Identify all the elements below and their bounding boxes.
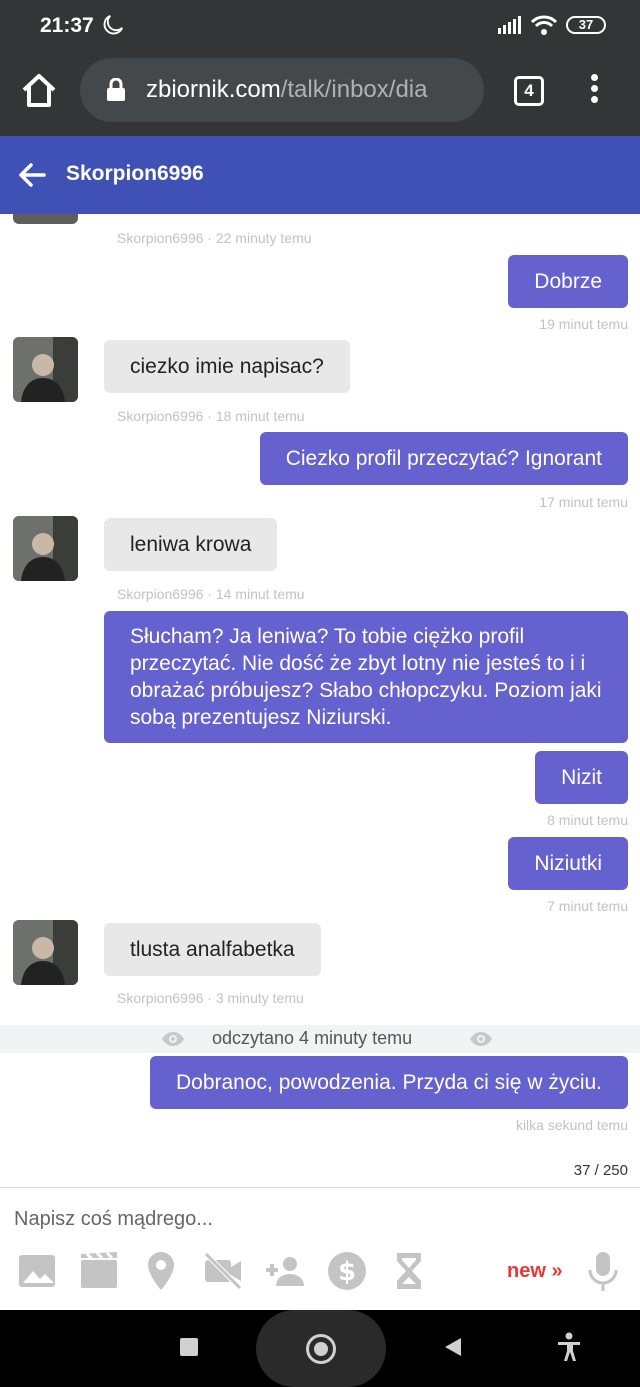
avatar[interactable]	[13, 337, 78, 402]
svg-text:$: $	[338, 1257, 356, 1287]
home-button[interactable]	[256, 1310, 386, 1387]
message-meta: 17 minut temu	[539, 494, 628, 510]
battery-indicator: 37	[566, 16, 606, 34]
character-counter: 37 / 250	[573, 1162, 628, 1179]
url-path: /talk/inbox/dia	[280, 76, 428, 103]
back-triangle-icon[interactable]	[443, 1336, 463, 1358]
new-features-link[interactable]: new »	[507, 1260, 563, 1283]
message-bubble-outgoing: Nizit	[535, 751, 628, 804]
message-meta: Skorpion6996 · 3 minuty temu	[117, 990, 304, 1006]
status-time: 21:37	[40, 14, 94, 37]
home-circle-icon	[306, 1334, 336, 1364]
message-meta: Skorpion6996 · 22 minuty temu	[117, 230, 312, 246]
composer-toolbar: $ new »	[0, 1250, 640, 1298]
hourglass-icon[interactable]	[388, 1250, 430, 1292]
url-bar[interactable]: zbiornik.com/talk/inbox/dia	[80, 58, 484, 122]
message-bubble-outgoing: Dobranoc, powodzenia. Przyda ci się w ży…	[149, 1056, 628, 1109]
home-icon[interactable]	[20, 72, 58, 108]
image-icon[interactable]	[16, 1250, 58, 1292]
recent-apps-button[interactable]	[180, 1338, 198, 1356]
microphone-icon[interactable]	[582, 1250, 624, 1292]
location-icon[interactable]	[140, 1250, 182, 1292]
message-meta: 8 minut temu	[547, 812, 628, 828]
lock-icon	[107, 78, 125, 101]
eye-icon	[162, 1032, 184, 1046]
message-bubble-outgoing: Niziutki	[508, 837, 628, 890]
message-meta: kilka sekund temu	[515, 1117, 628, 1133]
conversation-header: Skorpion6996	[0, 136, 640, 214]
tabs-count-button[interactable]: 4	[514, 76, 544, 106]
message-bubble-outgoing: Dobrze	[508, 255, 628, 308]
message-input[interactable]: Napisz coś mądrego...	[14, 1208, 213, 1231]
url-text: zbiornik.com/talk/inbox/dia	[146, 76, 427, 104]
system-navigation-bar	[0, 1310, 640, 1387]
message-bubble-incoming: tlusta analfabetka	[104, 923, 321, 976]
do-not-disturb-moon-icon	[103, 14, 124, 35]
eye-icon	[470, 1032, 492, 1046]
video-off-icon[interactable]	[202, 1250, 244, 1292]
avatar[interactable]	[13, 516, 78, 581]
wifi-icon	[530, 15, 558, 35]
dollar-icon[interactable]: $	[326, 1250, 368, 1292]
browser-menu-icon[interactable]	[584, 74, 604, 108]
message-bubble-incoming: ciezko imie napisac?	[104, 340, 350, 393]
message-meta: 19 minut temu	[539, 316, 628, 332]
avatar[interactable]	[13, 920, 78, 985]
video-icon[interactable]	[78, 1250, 120, 1292]
read-receipt-text: odczytano 4 minuty temu	[212, 1028, 413, 1048]
url-host: zbiornik.com	[146, 76, 281, 103]
browser-chrome: 21:37 37 zbiornik.com/talk/inbox/dia 4	[0, 0, 640, 136]
divider	[0, 1187, 640, 1188]
read-receipt-bar: odczytano 4 minuty temu	[0, 1025, 640, 1053]
message-meta: Skorpion6996 · 14 minut temu	[117, 586, 305, 602]
message-meta: Skorpion6996 · 18 minut temu	[117, 408, 305, 424]
avatar[interactable]	[13, 214, 78, 224]
message-bubble-outgoing: Słucham? Ja leniwa? To tobie ciężko prof…	[104, 611, 628, 743]
message-meta: 7 minut temu	[547, 898, 628, 914]
message-bubble-outgoing: Ciezko profil przeczytać? Ignorant	[259, 432, 628, 485]
add-person-icon[interactable]	[264, 1250, 306, 1292]
accessibility-icon[interactable]	[556, 1332, 582, 1362]
message-bubble-incoming: leniwa krowa	[104, 518, 278, 571]
conversation-title: Skorpion6996	[66, 162, 204, 185]
message-list[interactable]: Skorpion6996 · 22 minuty temu Dobrze 19 …	[0, 214, 640, 1184]
back-arrow-icon[interactable]	[16, 160, 48, 190]
signal-icon	[498, 16, 521, 34]
